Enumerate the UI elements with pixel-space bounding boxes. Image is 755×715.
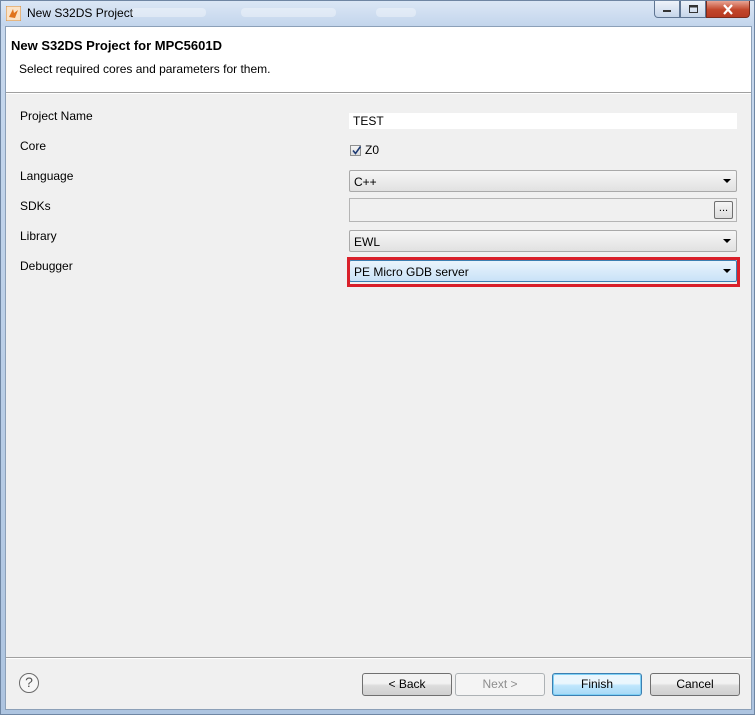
app-icon [6,6,21,21]
project-name-input[interactable]: TEST [349,113,737,129]
page-title: New S32DS Project for MPC5601D [11,38,222,53]
header-separator [6,92,751,94]
language-label: Language [20,169,74,183]
minimize-icon [663,10,671,12]
library-value: EWL [354,235,381,249]
language-select[interactable]: C++ [349,170,737,192]
page-description: Select required cores and parameters for… [19,62,271,76]
debugger-value: PE Micro GDB server [354,265,469,279]
core-z0-checkbox[interactable] [350,144,362,156]
close-button[interactable] [706,1,750,18]
background-blur [376,8,416,17]
dialog-body: New S32DS Project for MPC5601D Select re… [5,26,752,710]
language-value: C++ [354,175,377,189]
back-button[interactable]: < Back [362,673,452,696]
core-z0-label: Z0 [365,143,380,157]
chevron-down-icon [723,239,731,243]
minimize-button[interactable] [654,1,680,18]
maximize-button[interactable] [680,1,706,18]
title-bar[interactable]: New S32DS Project [1,1,754,26]
window-controls [654,1,750,19]
sdks-browse-button[interactable]: ... [714,201,733,219]
cancel-button[interactable]: Cancel [650,673,740,696]
core-z0-option[interactable]: Z0 [350,143,379,157]
footer-separator [6,657,751,659]
library-select[interactable]: EWL [349,230,737,252]
close-icon [723,3,733,15]
sdks-label: SDKs [20,199,51,213]
wizard-header: New S32DS Project for MPC5601D Select re… [6,27,751,93]
chevron-down-icon [723,269,731,273]
library-label: Library [20,229,57,243]
debugger-select[interactable]: PE Micro GDB server [349,260,737,282]
next-button[interactable]: Next > [455,673,545,696]
project-name-label: Project Name [20,109,93,123]
dialog-window: New S32DS Project New S32DS Project for … [0,0,755,715]
background-blur [131,8,206,17]
background-blur [241,8,336,17]
debugger-label: Debugger [20,259,73,273]
restore-icon [688,5,698,13]
checkmark-icon [352,145,362,155]
finish-button[interactable]: Finish [552,673,642,696]
core-label: Core [20,139,47,153]
chevron-down-icon [723,179,731,183]
window-title: New S32DS Project [27,6,134,20]
help-icon[interactable]: ? [19,673,39,693]
sdks-field[interactable]: ... [349,198,737,222]
